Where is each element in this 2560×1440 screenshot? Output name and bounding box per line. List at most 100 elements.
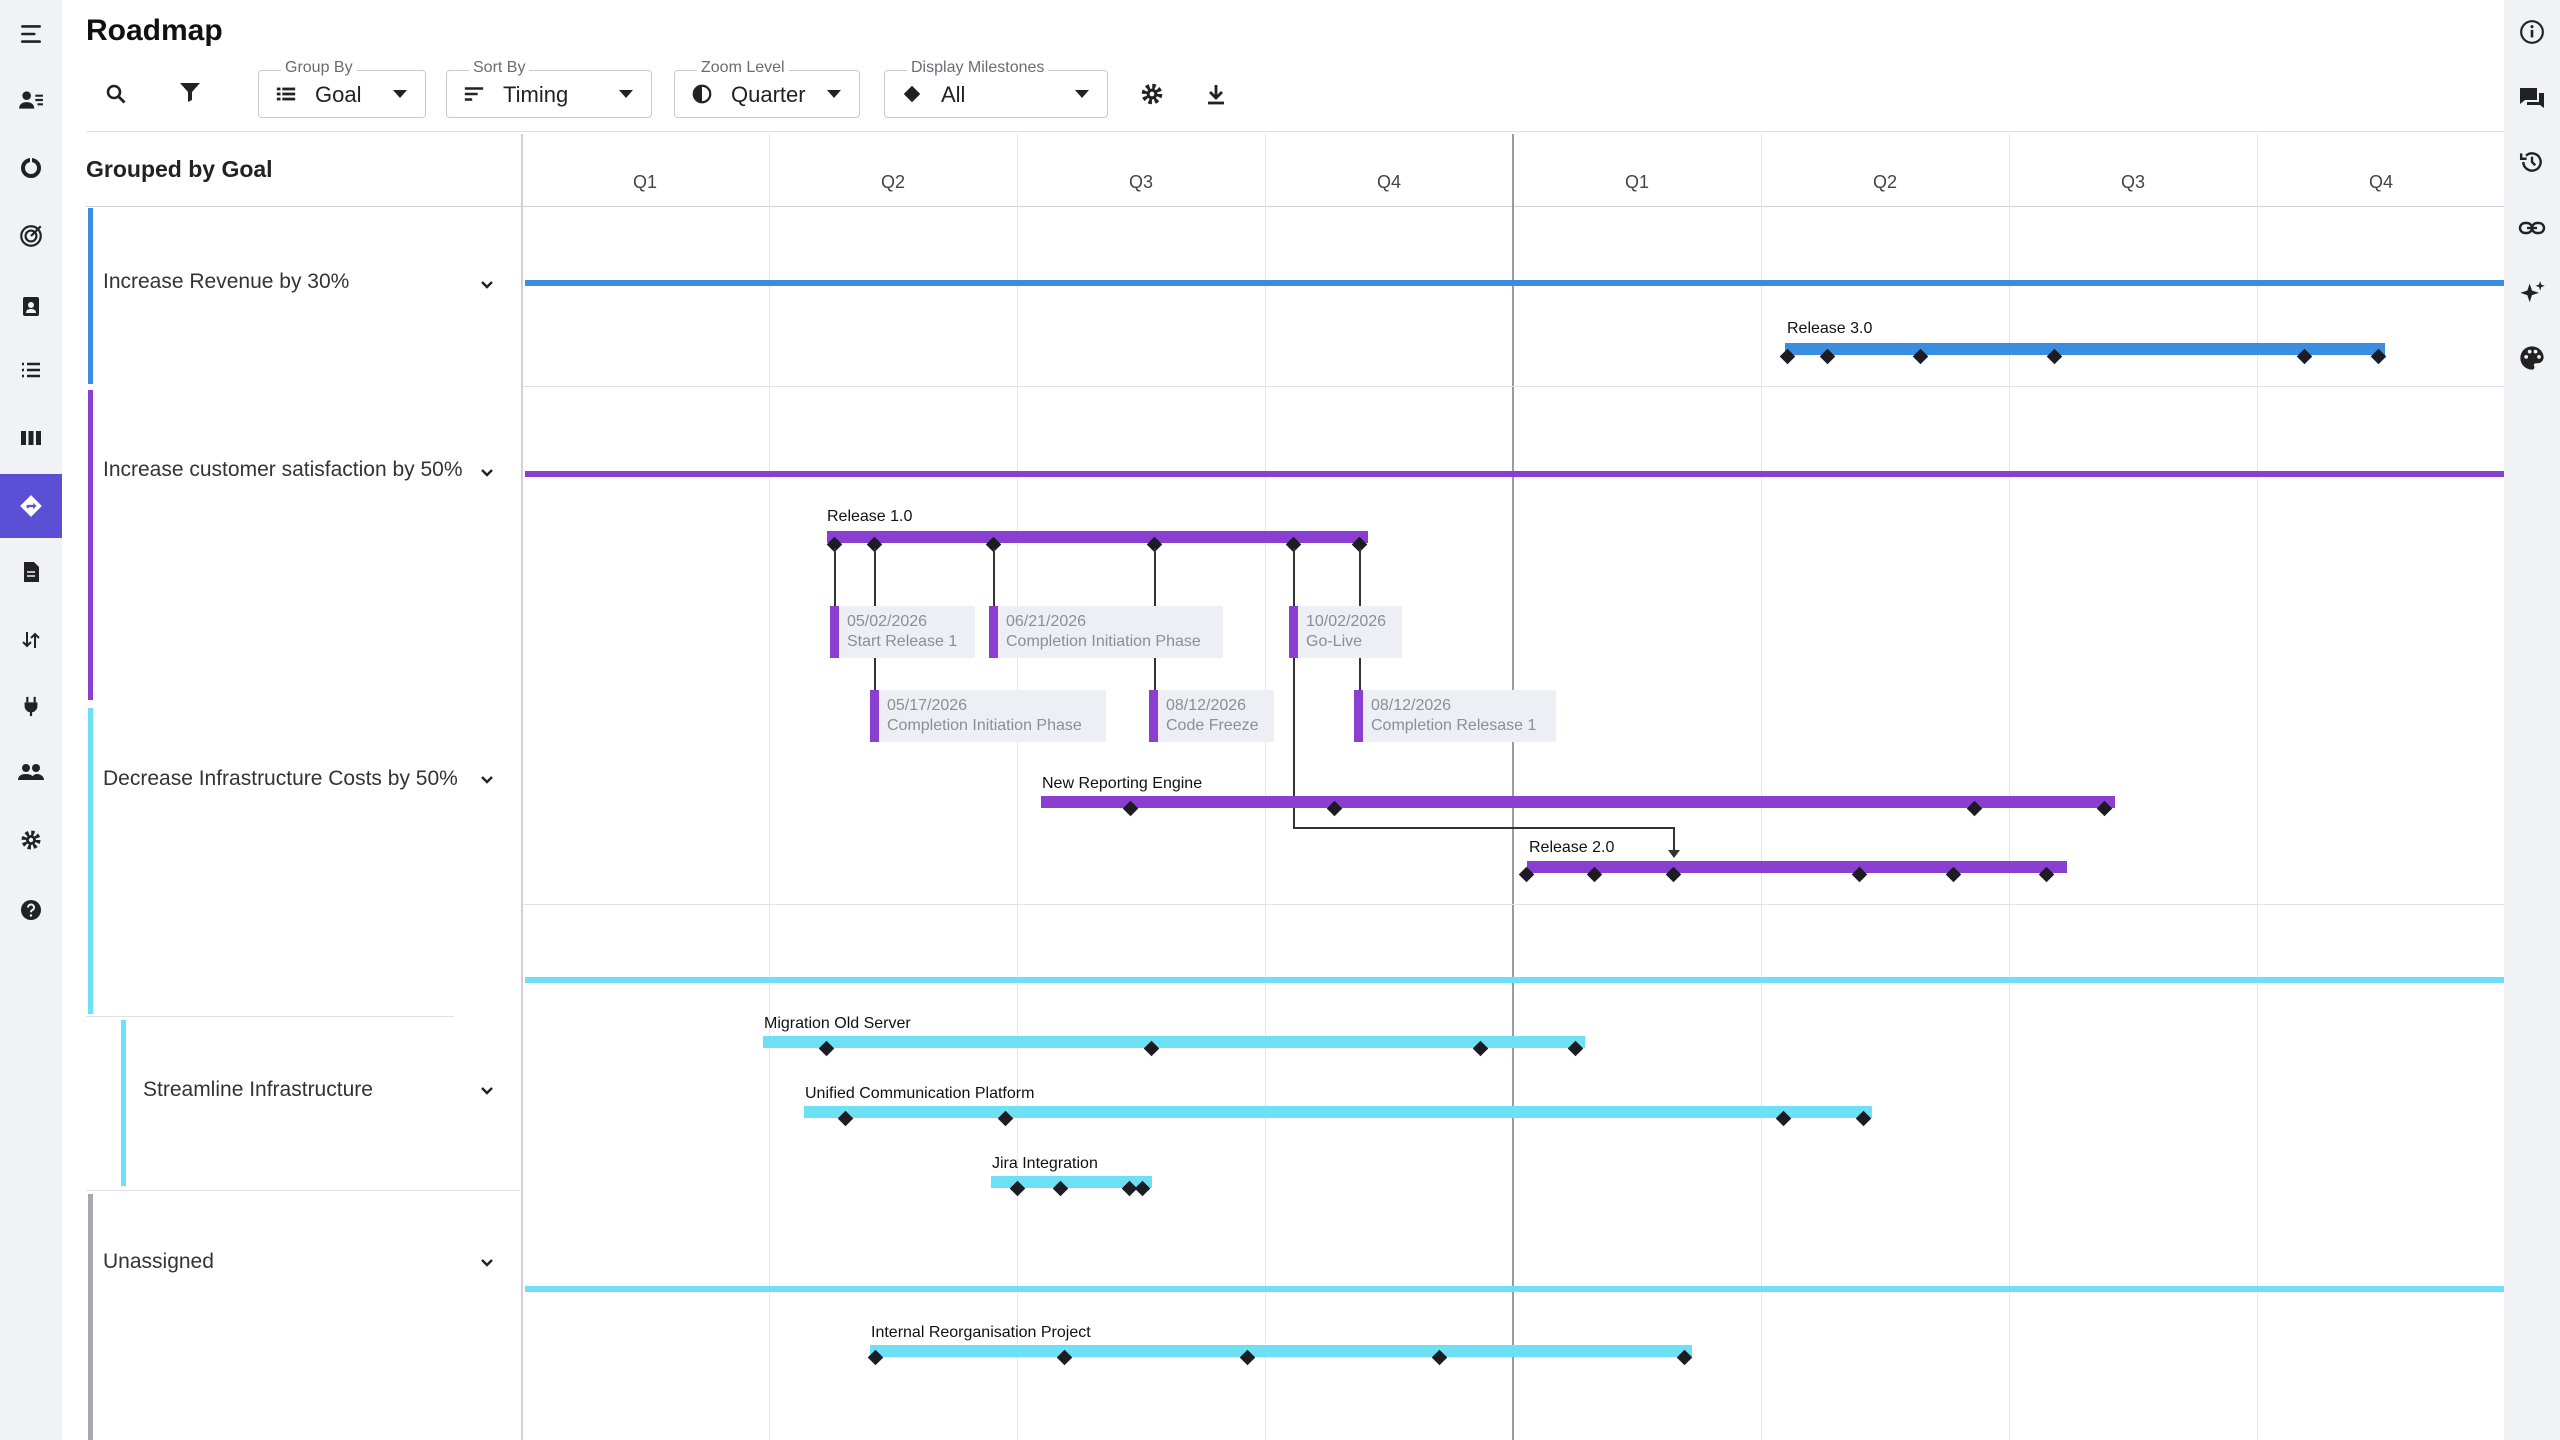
chevron-down-icon[interactable] [475,767,499,791]
group-by-value: Goal [315,82,362,107]
quarter-label: Q1 [632,172,658,192]
sparkle-icon[interactable] [2504,264,2560,324]
group-column-divider [521,134,523,1440]
dependency-arrow-icon [1668,850,1680,858]
right-sidebar [2504,0,2560,1440]
chevron-down-icon [619,90,633,98]
toolbar-divider [86,131,2504,132]
quarter-label: Q3 [2120,172,2146,192]
chart-icon[interactable] [0,136,62,200]
milestone-callout[interactable]: 08/12/2026 Completion Relesase 1 [1354,690,1556,742]
zoom-level-value: Quarter [731,82,806,107]
release-2-bar[interactable] [1527,861,2067,873]
milestone-date: 05/17/2026 [887,697,968,714]
sort-icon[interactable] [0,608,62,672]
callout-connector [993,548,995,608]
sort-by-label: Sort By [469,59,530,77]
bar-label: Release 3.0 [1787,320,1873,337]
group-label-unassigned: Unassigned [103,1250,214,1273]
target-icon[interactable] [0,204,62,268]
unified-communication-platform-bar[interactable] [804,1106,1872,1118]
milestone-callout[interactable]: 08/12/2026 Code Freeze [1149,690,1274,742]
zoom-level-dropdown[interactable]: Zoom Level Quarter [674,59,860,118]
chevron-down-icon[interactable] [475,272,499,296]
year-divider-line [1512,134,1514,1440]
gridline [2257,134,2258,1440]
display-milestones-dropdown[interactable]: Display Milestones All [884,59,1108,118]
chevron-down-icon[interactable] [475,460,499,484]
page-title: Roadmap [86,14,223,47]
new-reporting-engine-bar[interactable] [1041,796,2115,808]
quarter-label: Q2 [1872,172,1898,192]
user-list-icon[interactable] [0,68,62,132]
gridline [1265,134,1266,1440]
migration-old-server-bar[interactable] [763,1036,1585,1048]
internal-reorganisation-project-bar[interactable] [870,1345,1692,1357]
gridline [1761,134,1762,1440]
bar-label: Internal Reorganisation Project [871,1324,1091,1341]
milestone-name: Go-Live [1306,633,1363,650]
chevron-down-icon[interactable] [475,1250,499,1274]
sort-by-dropdown[interactable]: Sort By Timing [446,59,652,118]
quarter-label: Q3 [1128,172,1154,192]
release-1-bar[interactable] [827,531,1368,543]
milestone-callout[interactable]: 05/02/2026 Start Release 1 [830,606,975,658]
quarter-label: Q2 [880,172,906,192]
group-label-satisfaction: Increase customer satisfaction by 50% [103,458,463,481]
chat-icon[interactable] [2504,68,2560,128]
sort-lines-icon [464,87,484,101]
header-divider [86,206,2504,207]
menu-icon[interactable] [0,2,62,66]
chevron-down-icon [393,90,407,98]
goal-lane-line [525,977,2504,983]
group-by-label: Group By [281,59,357,77]
group-color-bar [88,1194,93,1440]
milestone-name: Completion Relesase 1 [1371,717,1537,734]
quarter-label: Q4 [1376,172,1402,192]
download-icon[interactable] [1196,74,1236,114]
group-by-dropdown[interactable]: Group By Goal [258,59,426,118]
help-icon[interactable] [0,878,62,942]
release-3-bar[interactable] [1785,343,2385,355]
search-icon[interactable] [96,74,136,114]
group-divider [86,1016,454,1017]
milestone-callout[interactable]: 06/21/2026 Completion Initiation Phase [989,606,1223,658]
columns-icon[interactable] [0,406,62,470]
group-label-revenue: Increase Revenue by 30% [103,270,350,293]
table-rows-icon [276,87,296,101]
display-milestones-value: All [941,82,966,107]
bar-label: Release 2.0 [1529,839,1615,856]
settings-icon[interactable] [1132,74,1172,114]
dependency-connector [1293,548,1295,828]
group-divider [523,904,2504,905]
roadmap-icon[interactable] [0,474,62,538]
chevron-down-icon[interactable] [475,1078,499,1102]
grouped-by-title: Grouped by Goal [86,156,273,182]
info-icon[interactable] [2504,2,2560,62]
left-sidebar [0,0,62,1440]
gear-icon[interactable] [0,808,62,872]
display-milestones-label: Display Milestones [907,59,1049,77]
document-icon[interactable] [0,540,62,604]
gridline [2009,134,2010,1440]
link-icon[interactable] [2504,198,2560,258]
team-icon[interactable] [0,740,62,804]
palette-icon[interactable] [2504,328,2560,388]
milestone-callout[interactable]: 05/17/2026 Completion Initiation Phase [870,690,1106,742]
history-icon[interactable] [2504,132,2560,192]
list-icon[interactable] [0,338,62,402]
group-label-infra-costs: Decrease Infrastructure Costs by 50% [103,767,458,790]
dependency-connector [1293,827,1675,829]
milestone-date: 06/21/2026 [1006,613,1087,630]
group-divider [523,386,2504,387]
callout-connector [834,548,836,608]
goal-lane-line [525,1286,2504,1292]
group-color-bar [88,708,93,1014]
clipboard-user-icon[interactable] [0,274,62,338]
bar-label: Migration Old Server [764,1015,911,1032]
plug-icon[interactable] [0,674,62,738]
milestone-callout[interactable]: 10/02/2026 Go-Live [1289,606,1402,658]
milestone-name: Code Freeze [1166,717,1259,734]
filter-icon[interactable] [170,72,210,112]
milestone-date: 08/12/2026 [1371,697,1452,714]
